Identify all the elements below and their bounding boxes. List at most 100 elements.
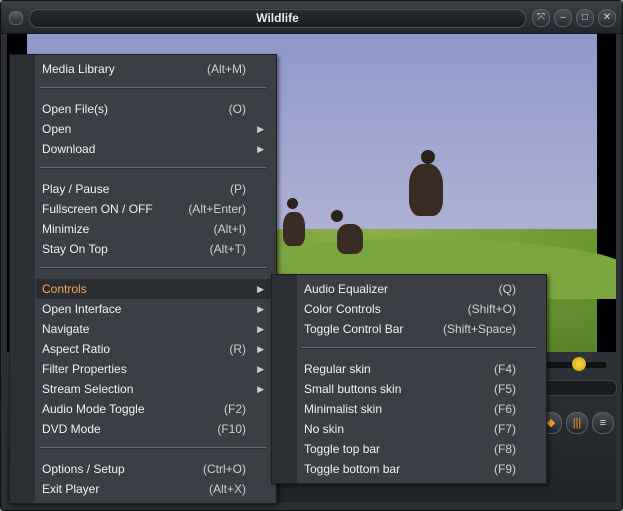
menu-item-minimalist-skin[interactable]: Minimalist skin (F6) [298,399,546,419]
bird-head [287,198,298,209]
title-bar[interactable]: Wildlife ⤧ – □ ✕ [1,1,622,34]
menu-separator [40,87,266,89]
seek-knob[interactable] [572,357,586,371]
menu-item-open-interface[interactable]: Open Interface ▶ [36,299,276,319]
menu-icon-strip [272,275,297,483]
fullscreen-button[interactable]: ⤧ [532,9,550,27]
menu-item-label: Open File(s) [42,102,109,116]
menu-item-label: Media Library [42,62,115,76]
submenu-arrow-icon: ▶ [257,284,264,294]
playlist-icon: ≡ [599,417,607,429]
menu-item-shortcut: (F5) [494,382,516,396]
menu-item-label: Exit Player [42,482,100,496]
menu-item-audio-equalizer[interactable]: Audio Equalizer (Q) [298,279,546,299]
menu-item-shortcut: (Ctrl+O) [203,462,246,476]
menu-item-shortcut: (Alt+M) [207,62,246,76]
menu-item-stream-selection[interactable]: Stream Selection ▶ [36,379,276,399]
menu-item-label: Navigate [42,322,90,336]
minimize-icon: – [560,12,566,23]
menu-item-audio-mode-toggle[interactable]: Audio Mode Toggle (F2) [36,399,276,419]
menu-item-toggle-top-bar[interactable]: Toggle top bar (F8) [298,439,546,459]
menu-item-toggle-control-bar[interactable]: Toggle Control Bar (Shift+Space) [298,319,546,339]
menu-item-shortcut: (F10) [217,422,246,436]
menu-dot-icon[interactable] [9,11,23,25]
menu-item-label: Audio Mode Toggle [42,402,145,416]
submenu-arrow-icon: ▶ [257,384,264,394]
menu-item-small-buttons-skin[interactable]: Small buttons skin (F5) [298,379,546,399]
menu-item-label: Controls [42,282,87,296]
fullscreen-icon: ⤧ [537,12,545,23]
menu-item-label: Audio Equalizer [304,282,389,296]
menu-item-shortcut: (F4) [494,362,516,376]
maximize-icon: □ [581,12,589,23]
submenu-arrow-icon: ▶ [257,324,264,334]
menu-item-download[interactable]: Download ▶ [36,139,276,159]
menu-item-label: Color Controls [304,302,381,316]
menu-item-shortcut: (Q) [498,282,516,296]
menu-item-navigate[interactable]: Navigate ▶ [36,319,276,339]
menu-item-shortcut: (Alt+I) [213,222,246,236]
menu-item-filter-properties[interactable]: Filter Properties ▶ [36,359,276,379]
equalizer-button[interactable]: ||| [566,412,588,434]
bird-head [421,150,435,164]
menu-item-regular-skin[interactable]: Regular skin (F4) [298,359,546,379]
menu-item-label: Stream Selection [42,382,134,396]
menu-item-shortcut: (F6) [494,402,516,416]
menu-item-shortcut: (Alt+T) [209,242,246,256]
menu-item-minimize[interactable]: Minimize (Alt+I) [36,219,276,239]
menu-item-shortcut: (R) [229,342,246,356]
menu-separator [40,267,266,269]
menu-item-label: Open Interface [42,302,122,316]
close-button[interactable]: ✕ [598,9,616,27]
playlist-button[interactable]: ≡ [592,412,614,434]
context-menu: Media Library (Alt+M) Open File(s) (O) O… [9,54,277,504]
menu-item-exit-player[interactable]: Exit Player (Alt+X) [36,479,276,499]
menu-item-label: No skin [304,422,345,436]
bird-figure [409,164,443,216]
menu-item-shortcut: (F7) [494,422,516,436]
menu-separator [302,347,536,349]
menu-item-label: Fullscreen ON / OFF [42,202,153,216]
submenu-arrow-icon: ▶ [257,364,264,374]
close-icon: ✕ [602,12,612,23]
title-pill: Wildlife [29,9,526,28]
menu-item-open[interactable]: Open ▶ [36,119,276,139]
menu-item-label: DVD Mode [42,422,101,436]
menu-item-play-pause[interactable]: Play / Pause (P) [36,179,276,199]
menu-item-media-library[interactable]: Media Library (Alt+M) [36,59,276,79]
menu-item-controls[interactable]: Controls ▶ [36,279,276,299]
menu-icon-strip [10,55,35,503]
menu-item-label: Options / Setup [42,462,125,476]
maximize-button[interactable]: □ [576,9,594,27]
menu-item-label: Toggle top bar [304,442,381,456]
menu-item-dvd-mode[interactable]: DVD Mode (F10) [36,419,276,439]
menu-item-stay-on-top[interactable]: Stay On Top (Alt+T) [36,239,276,259]
menu-item-label: Filter Properties [42,362,127,376]
menu-item-shortcut: (Shift+O) [467,302,516,316]
menu-item-options-setup[interactable]: Options / Setup (Ctrl+O) [36,459,276,479]
menu-item-label: Small buttons skin [304,382,402,396]
submenu-arrow-icon: ▶ [257,144,264,154]
menu-item-shortcut: (F8) [494,442,516,456]
minimize-button[interactable]: – [554,9,572,27]
submenu-arrow-icon: ▶ [257,344,264,354]
controls-submenu: Audio Equalizer (Q) Color Controls (Shif… [271,274,547,484]
menu-item-label: Stay On Top [42,242,108,256]
menu-item-no-skin[interactable]: No skin (F7) [298,419,546,439]
menu-item-toggle-bottom-bar[interactable]: Toggle bottom bar (F9) [298,459,546,479]
menu-item-label: Toggle bottom bar [304,462,401,476]
menu-item-label: Regular skin [304,362,371,376]
menu-item-fullscreen[interactable]: Fullscreen ON / OFF (Alt+Enter) [36,199,276,219]
menu-item-shortcut: (Shift+Space) [442,322,516,336]
submenu-arrow-icon: ▶ [257,304,264,314]
menu-item-open-files[interactable]: Open File(s) (O) [36,99,276,119]
menu-item-aspect-ratio[interactable]: Aspect Ratio (R) ▶ [36,339,276,359]
menu-item-shortcut: (O) [228,102,246,116]
menu-item-label: Open [42,122,72,136]
equalizer-icon: ||| [572,417,582,429]
menu-item-label: Minimize [42,222,90,236]
bird-figure [337,224,363,254]
menu-item-shortcut: (F2) [224,402,246,416]
menu-item-color-controls[interactable]: Color Controls (Shift+O) [298,299,546,319]
bird-head [331,210,343,222]
